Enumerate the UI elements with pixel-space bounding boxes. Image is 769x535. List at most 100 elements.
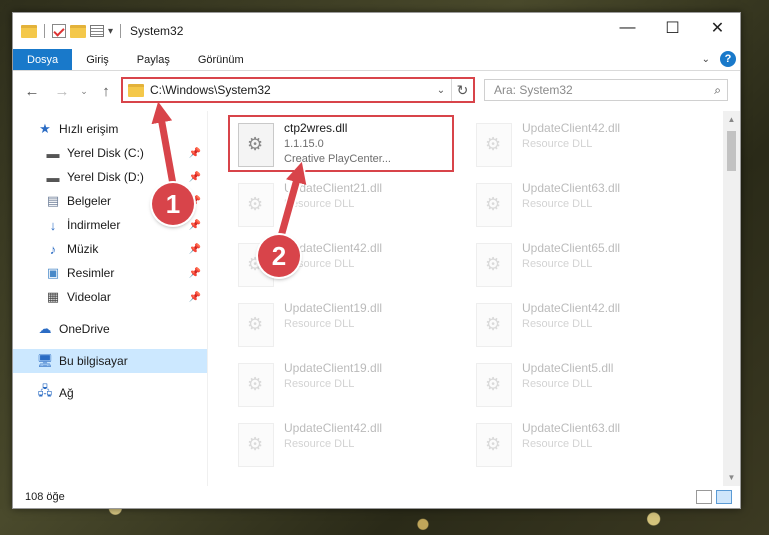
properties-check-icon[interactable] xyxy=(52,24,66,38)
file-name: UpdateClient42.dll xyxy=(522,121,621,135)
nav-item-music[interactable]: ♪ Müzik 📌 xyxy=(13,237,207,261)
tab-home[interactable]: Giriş xyxy=(72,49,123,70)
view-toggle xyxy=(696,490,732,504)
music-icon: ♪ xyxy=(49,241,57,257)
video-icon: ▦ xyxy=(46,289,60,304)
close-button[interactable]: ✕ xyxy=(695,13,740,43)
nav-label: İndirmeler xyxy=(67,218,121,232)
expand-ribbon-icon[interactable]: ⌄ xyxy=(702,54,710,65)
file-item[interactable]: UpdateClient5.dll Resource DLL xyxy=(472,359,692,415)
address-bar[interactable]: C:\Windows\System32 ⌄ ↻ xyxy=(121,77,475,103)
address-dropdown-icon[interactable]: ⌄ xyxy=(431,85,451,96)
title-bar: ▾ System32 — ☐ ✕ xyxy=(13,13,740,49)
pin-icon: 📌 xyxy=(188,291,201,303)
scroll-down-icon[interactable]: ▼ xyxy=(723,473,740,482)
file-name: UpdateClient21.dll xyxy=(284,181,383,195)
drive-icon: ▬ xyxy=(46,145,60,161)
file-item[interactable]: UpdateClient19.dll Resource DLL xyxy=(234,359,454,415)
file-name: UpdateClient5.dll xyxy=(522,361,614,375)
window-controls: — ☐ ✕ xyxy=(605,13,740,43)
file-item[interactable]: UpdateClient42.dll Resource DLL xyxy=(472,299,692,355)
quick-access-toolbar: ▾ xyxy=(13,24,124,38)
dll-file-icon xyxy=(476,303,512,347)
nav-quick-access[interactable]: ★ Hızlı erişim xyxy=(13,117,207,141)
file-description: Resource DLL xyxy=(522,258,593,270)
file-item[interactable]: UpdateClient42.dll Resource DLL xyxy=(234,419,454,475)
highlight-box-file xyxy=(228,115,454,172)
ribbon-tabs: Dosya Giriş Paylaş Görünüm ⌄ ? xyxy=(13,49,740,71)
file-description: Resource DLL xyxy=(522,318,593,330)
pin-icon: 📌 xyxy=(188,171,201,183)
status-bar: 108 öğe xyxy=(13,486,740,508)
nav-label: Resimler xyxy=(67,266,115,280)
navigation-bar: ← → ⌄ ↑ C:\Windows\System32 ⌄ ↻ Ara: Sys… xyxy=(13,71,740,111)
computer-icon: 🖥 xyxy=(36,353,54,368)
new-folder-icon[interactable] xyxy=(70,24,86,38)
file-item[interactable]: UpdateClient63.dll Resource DLL xyxy=(472,419,692,475)
nav-item-videos[interactable]: ▦ Videolar 📌 xyxy=(13,285,207,309)
nav-item-this-pc[interactable]: 🖥 Bu bilgisayar xyxy=(13,349,207,373)
customize-dropdown-icon[interactable]: ▾ xyxy=(108,26,113,37)
file-description: Resource DLL xyxy=(284,318,355,330)
file-name: UpdateClient63.dll xyxy=(522,421,621,435)
minimize-button[interactable]: — xyxy=(605,13,650,43)
search-input[interactable]: Ara: System32 ⌕ xyxy=(484,79,728,101)
file-item[interactable]: UpdateClient63.dll Resource DLL xyxy=(472,179,692,235)
file-name: UpdateClient19.dll xyxy=(284,301,383,315)
details-view-icon[interactable] xyxy=(696,490,712,504)
tab-file[interactable]: Dosya xyxy=(13,49,73,70)
file-item[interactable]: UpdateClient19.dll Resource DLL xyxy=(234,299,454,355)
dll-file-icon xyxy=(238,303,274,347)
pin-icon: 📌 xyxy=(188,243,201,255)
nav-label: Bu bilgisayar xyxy=(59,354,128,368)
file-description: Resource DLL xyxy=(284,438,355,450)
documents-icon: ▤ xyxy=(46,193,60,208)
step-badge-1: 1 xyxy=(152,183,194,225)
nav-label: Yerel Disk (C:) xyxy=(67,146,144,160)
search-icon[interactable]: ⌕ xyxy=(714,83,721,98)
vertical-scrollbar[interactable]: ▲ ▼ xyxy=(723,111,740,486)
step-badge-2: 2 xyxy=(258,235,300,277)
file-list: ctp2wres.dll 1.1.15.0 Creative PlayCente… xyxy=(208,111,740,486)
folder-icon xyxy=(21,24,37,38)
file-name: UpdateClient42.dll xyxy=(522,301,621,315)
tab-view[interactable]: Görünüm xyxy=(184,49,258,70)
download-icon: ↓ xyxy=(49,217,57,233)
recent-locations-icon[interactable]: ⌄ xyxy=(73,86,95,97)
scroll-up-icon[interactable]: ▲ xyxy=(723,115,740,124)
pin-icon: 📌 xyxy=(188,267,201,279)
nav-item-local-disk-c[interactable]: ▬ Yerel Disk (C:) 📌 xyxy=(13,141,207,165)
file-description: Resource DLL xyxy=(522,138,593,150)
address-path[interactable]: C:\Windows\System32 xyxy=(150,83,431,97)
file-item[interactable]: UpdateClient42.dll Resource DLL xyxy=(472,119,692,175)
help-icon[interactable]: ? xyxy=(720,51,736,67)
nav-item-onedrive[interactable]: ☁ OneDrive xyxy=(13,317,207,341)
large-icons-view-icon[interactable] xyxy=(716,490,732,504)
refresh-icon[interactable]: ↻ xyxy=(451,79,473,101)
cloud-icon: ☁ xyxy=(38,321,52,336)
nav-label: Yerel Disk (D:) xyxy=(67,170,144,184)
file-name: UpdateClient65.dll xyxy=(522,241,621,255)
scroll-thumb[interactable] xyxy=(727,131,736,171)
file-description: Resource DLL xyxy=(284,378,355,390)
dll-file-icon xyxy=(238,423,274,467)
file-item[interactable]: UpdateClient21.dll Resource DLL xyxy=(234,179,454,235)
pin-icon: 📌 xyxy=(188,219,201,231)
file-description: Resource DLL xyxy=(522,198,593,210)
forward-button[interactable]: → xyxy=(51,83,73,100)
maximize-button[interactable]: ☐ xyxy=(650,13,695,43)
file-description: Resource DLL xyxy=(522,438,593,450)
properties-icon[interactable] xyxy=(90,25,104,37)
file-item[interactable]: UpdateClient65.dll Resource DLL xyxy=(472,239,692,295)
dll-file-icon xyxy=(476,123,512,167)
item-count: 108 öğe xyxy=(25,491,65,503)
nav-label: Belgeler xyxy=(67,194,112,208)
back-button[interactable]: ← xyxy=(21,83,43,100)
nav-item-network[interactable]: 🖧 Ağ xyxy=(13,381,207,405)
nav-item-pictures[interactable]: ▣ Resimler 📌 xyxy=(13,261,207,285)
dll-file-icon xyxy=(476,183,512,227)
dll-file-icon xyxy=(476,363,512,407)
up-button[interactable]: ↑ xyxy=(95,83,117,100)
nav-label: OneDrive xyxy=(59,322,110,336)
tab-share[interactable]: Paylaş xyxy=(123,49,184,70)
